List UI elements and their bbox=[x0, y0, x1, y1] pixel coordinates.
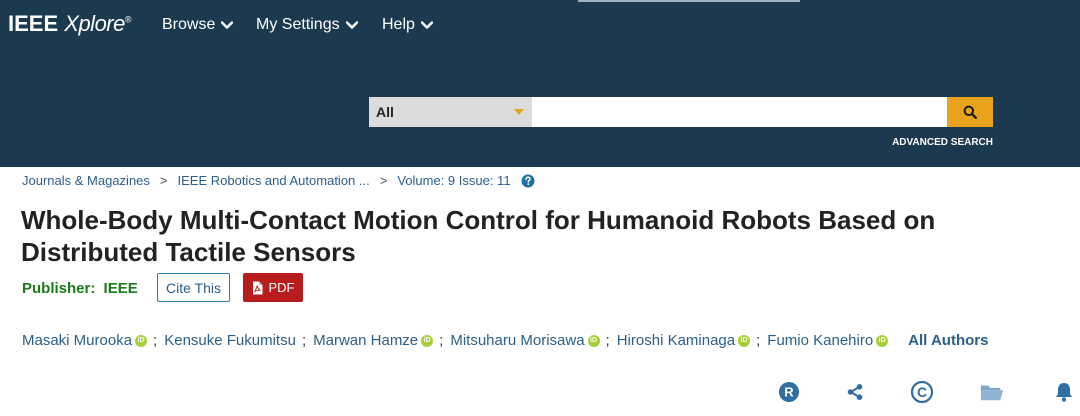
orcid-icon[interactable]: iD bbox=[135, 334, 148, 347]
breadcrumb-separator: > bbox=[379, 173, 388, 188]
publisher-line: Publisher: IEEE bbox=[22, 280, 138, 297]
author-link[interactable]: Masaki Murooka iD bbox=[22, 332, 148, 349]
author-name: Marwan Hamze bbox=[313, 332, 419, 349]
author-name: Kensuke Fukumitsu bbox=[164, 332, 296, 349]
breadcrumb-journals-magazines[interactable]: Journals & Magazines bbox=[22, 173, 150, 188]
nav-browse-label: Browse bbox=[162, 16, 216, 33]
nav-help[interactable]: Help bbox=[382, 16, 433, 34]
search-scope-value: All bbox=[376, 104, 394, 120]
author-name: Fumio Kanehiro bbox=[767, 332, 874, 349]
orcid-icon[interactable]: iD bbox=[421, 334, 434, 347]
breadcrumb-journal[interactable]: IEEE Robotics and Automation ... bbox=[178, 173, 370, 188]
cite-this-label: Cite This bbox=[166, 279, 221, 296]
search-icon bbox=[963, 105, 977, 119]
author-link[interactable]: Mitsuharu Morisawa iD bbox=[450, 332, 600, 349]
author-name: Masaki Murooka bbox=[22, 332, 133, 349]
publisher-label: Publisher: bbox=[22, 280, 96, 297]
chevron-down-icon bbox=[345, 20, 358, 29]
nav-my-settings[interactable]: My Settings bbox=[256, 16, 358, 34]
share-icon[interactable] bbox=[843, 380, 867, 404]
orcid-icon[interactable]: iD bbox=[738, 334, 751, 347]
search-button[interactable] bbox=[947, 97, 993, 127]
cite-this-button[interactable]: Cite This bbox=[157, 273, 230, 302]
header-top-highlight bbox=[578, 0, 800, 2]
rights-permissions-icon[interactable]: R bbox=[777, 380, 801, 404]
author-separator: ; bbox=[756, 332, 761, 349]
author-list: Masaki Murooka iD ; Kensuke Fukumitsu ; … bbox=[22, 332, 988, 349]
nav-help-label: Help bbox=[382, 16, 415, 33]
pdf-icon bbox=[252, 281, 262, 294]
chevron-down-icon bbox=[420, 20, 433, 29]
author-link[interactable]: Hiroshi Kaminaga iD bbox=[616, 332, 751, 349]
caret-down-icon bbox=[514, 109, 524, 115]
article-title: Whole-Body Multi-Contact Motion Control … bbox=[21, 205, 936, 267]
nav-my-settings-label: My Settings bbox=[256, 16, 340, 33]
copyright-icon[interactable]: C bbox=[910, 380, 934, 404]
pdf-label: PDF bbox=[268, 280, 295, 295]
author-link[interactable]: Marwan Hamze iD bbox=[313, 332, 434, 349]
site-header: IEEE Xplore® Browse My Settings Help All… bbox=[0, 0, 1080, 167]
bell-icon[interactable] bbox=[1052, 380, 1076, 404]
orcid-icon[interactable]: iD bbox=[587, 334, 600, 347]
svg-text:C: C bbox=[917, 384, 927, 400]
search-bar: All bbox=[369, 97, 993, 127]
orcid-icon[interactable]: iD bbox=[876, 334, 889, 347]
author-separator: ; bbox=[439, 332, 444, 349]
svg-text:R: R bbox=[784, 385, 794, 400]
breadcrumb: Journals & Magazines > IEEE Robotics and… bbox=[22, 173, 535, 188]
author-name: Hiroshi Kaminaga bbox=[616, 332, 736, 349]
breadcrumb-volume-issue[interactable]: Volume: 9 Issue: 11 bbox=[397, 173, 510, 188]
ieee-xplore-logo[interactable]: IEEE Xplore® bbox=[8, 11, 132, 37]
author-separator: ; bbox=[153, 332, 158, 349]
author-separator: ; bbox=[605, 332, 610, 349]
breadcrumb-separator: > bbox=[159, 173, 168, 188]
help-icon[interactable] bbox=[521, 174, 535, 188]
search-input[interactable] bbox=[532, 97, 947, 127]
publisher-name: IEEE bbox=[103, 280, 138, 297]
author-link[interactable]: Kensuke Fukumitsu bbox=[164, 332, 296, 349]
chevron-down-icon bbox=[221, 20, 234, 29]
pdf-button[interactable]: PDF bbox=[243, 273, 303, 302]
advanced-search-link[interactable]: ADVANCED SEARCH bbox=[892, 137, 993, 148]
author-name: Mitsuharu Morisawa bbox=[450, 332, 585, 349]
search-scope-select[interactable]: All bbox=[369, 97, 532, 127]
all-authors-link[interactable]: All Authors bbox=[908, 332, 988, 349]
author-link[interactable]: Fumio Kanehiro iD bbox=[767, 332, 889, 349]
author-separator: ; bbox=[301, 332, 307, 349]
nav-browse[interactable]: Browse bbox=[162, 16, 234, 34]
folder-icon[interactable] bbox=[980, 380, 1004, 404]
